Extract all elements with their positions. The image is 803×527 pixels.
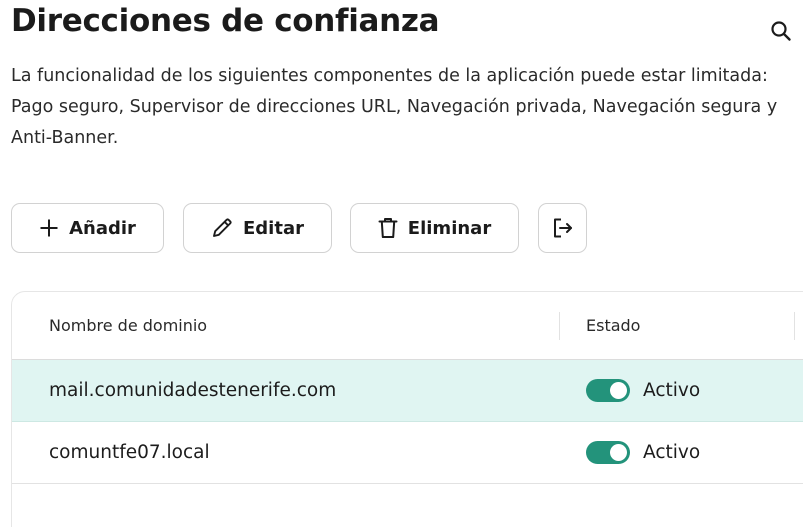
status-text: Activo	[643, 442, 701, 463]
search-icon	[771, 21, 791, 41]
trash-icon	[378, 218, 398, 238]
toggle-knob	[610, 444, 627, 461]
search-button[interactable]	[766, 16, 796, 46]
description-text: La funcionalidad de los siguientes compo…	[11, 66, 778, 148]
page-title: Direcciones de confianza	[11, 3, 440, 39]
toggle-knob	[610, 382, 627, 399]
edit-button-label: Editar	[243, 217, 304, 239]
column-header-status[interactable]: Estado	[586, 292, 640, 359]
domain-cell: mail.comunidadestenerife.com	[49, 380, 337, 401]
column-resize-handle[interactable]	[794, 312, 795, 340]
status-toggle[interactable]	[586, 441, 630, 464]
delete-button[interactable]: Eliminar	[350, 203, 519, 253]
delete-button-label: Eliminar	[407, 217, 492, 239]
column-header-domain[interactable]: Nombre de dominio	[49, 292, 207, 359]
status-text: Activo	[643, 380, 701, 401]
status-cell: Activo	[586, 360, 700, 421]
status-cell: Activo	[586, 422, 700, 483]
plus-icon	[40, 219, 58, 237]
table-row[interactable]: mail.comunidadestenerife.com Activo	[12, 360, 803, 422]
add-button[interactable]: Añadir	[11, 203, 164, 253]
export-icon	[553, 218, 572, 238]
edit-button[interactable]: Editar	[183, 203, 332, 253]
column-resize-handle[interactable]	[559, 312, 560, 340]
trusted-addresses-table: Nombre de dominio Estado mail.comunidade…	[11, 291, 803, 527]
table-header: Nombre de dominio Estado	[12, 292, 803, 360]
trusted-addresses-page: Direcciones de confianza La funcionalida…	[0, 0, 803, 527]
domain-cell: comuntfe07.local	[49, 442, 210, 463]
pencil-icon	[213, 218, 232, 237]
status-toggle[interactable]	[586, 379, 630, 402]
export-button[interactable]	[538, 203, 587, 253]
add-button-label: Añadir	[69, 217, 136, 239]
table-row[interactable]: comuntfe07.local Activo	[12, 422, 803, 484]
